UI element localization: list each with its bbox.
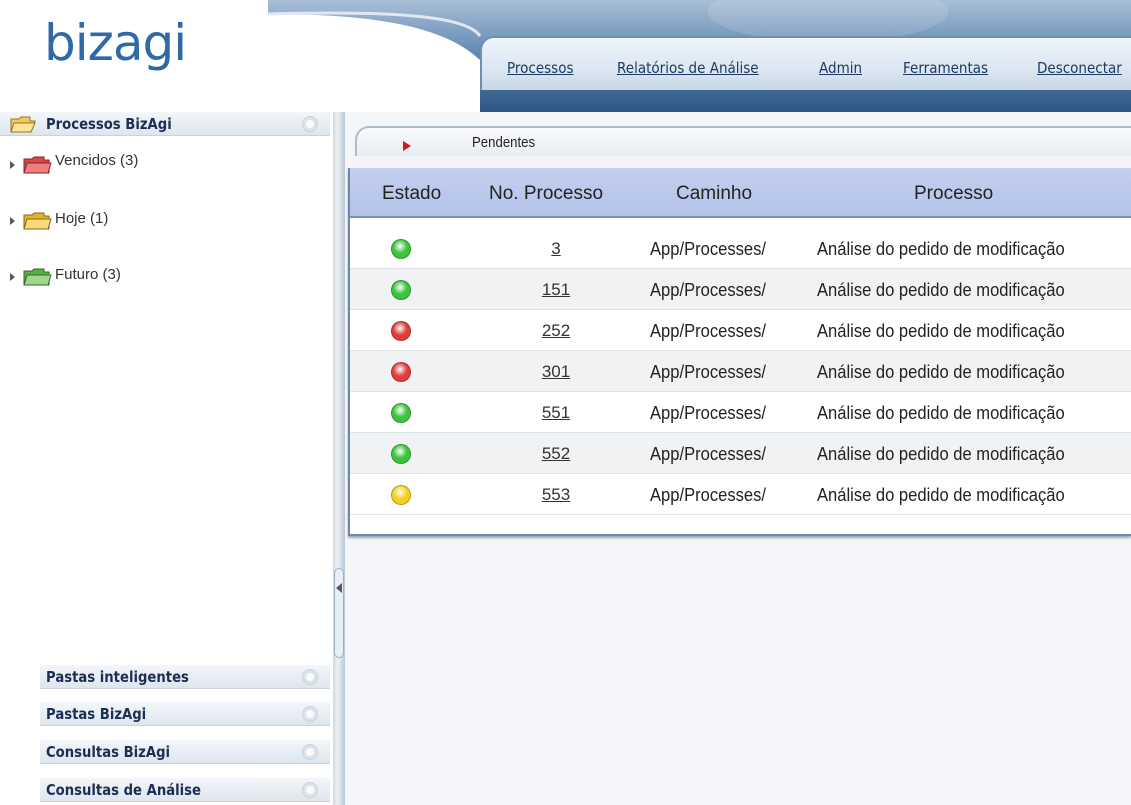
panel-pastas-bizagi[interactable]: Pastas BizAgi <box>40 702 330 726</box>
yellow-folder-icon <box>23 212 52 230</box>
tree-item-vencidos[interactable]: Vencidos (3) <box>10 152 210 176</box>
panel-pastas-inteligentes[interactable]: Pastas inteligentes <box>40 665 330 689</box>
nav-relatorios-de-analise[interactable]: Relatórios de Análise <box>617 59 759 77</box>
process-name: Análise do pedido de modificação <box>817 485 1065 505</box>
process-name: Análise do pedido de modificação <box>817 321 1065 341</box>
top-navigation: Processos Relatórios de Análise Admin Fe… <box>480 36 1131 90</box>
sidebar-splitter[interactable] <box>333 112 345 805</box>
process-number-link[interactable]: 553 <box>536 485 576 505</box>
table-row[interactable]: 151 App/Processes/Análise do pedido de mo… <box>350 269 1131 310</box>
tree-item-hoje[interactable]: Hoje (1) <box>10 208 210 232</box>
process-name: Análise do pedido de modificação <box>817 444 1065 464</box>
process-name: Análise do pedido de modificação <box>817 239 1065 259</box>
process-number-link[interactable]: 3 <box>536 239 576 259</box>
process-number-link[interactable]: 252 <box>536 321 576 341</box>
status-red-icon <box>391 321 411 341</box>
process-path: App/Processes/ <box>650 239 766 259</box>
main-content: Pendentes Estado No. Processo Caminho Pr… <box>345 112 1131 805</box>
panel-consultas-bizagi[interactable]: Consultas BizAgi <box>40 740 330 764</box>
table-header: Estado No. Processo Caminho Processo <box>350 168 1131 218</box>
bizagi-logo: bizagi <box>44 14 187 72</box>
green-folder-icon <box>23 268 52 286</box>
column-header-estado[interactable]: Estado <box>382 183 441 205</box>
panel-label: Consultas BizAgi <box>46 743 171 761</box>
process-number-link[interactable]: 301 <box>536 362 576 382</box>
process-path: App/Processes/ <box>650 362 766 382</box>
nav-admin[interactable]: Admin <box>819 59 862 77</box>
tree-item-label: Hoje (1) <box>55 210 109 227</box>
table-row[interactable]: 551 App/Processes/Análise do pedido de mo… <box>350 392 1131 433</box>
status-red-icon <box>391 362 411 382</box>
sidebar-panel-processos-bizagi[interactable]: Processos BizAgi <box>0 112 330 136</box>
table-row[interactable]: 301 App/Processes/Análise do pedido de mo… <box>350 351 1131 392</box>
process-path: App/Processes/ <box>650 403 766 423</box>
nav-desconectar[interactable]: Desconectar <box>1037 59 1122 77</box>
process-path: App/Processes/ <box>650 280 766 300</box>
breadcrumb-label: Pendentes <box>472 134 536 151</box>
status-yellow-icon <box>391 485 411 505</box>
expand-arrow-icon[interactable] <box>10 217 15 225</box>
status-green-icon <box>391 403 411 423</box>
table-row[interactable]: 252 App/Processes/Análise do pedido de mo… <box>350 310 1131 351</box>
column-header-no-processo[interactable]: No. Processo <box>489 183 603 205</box>
process-name: Análise do pedido de modificação <box>817 403 1065 423</box>
process-number-link[interactable]: 151 <box>536 280 576 300</box>
process-path: App/Processes/ <box>650 321 766 341</box>
open-folder-icon <box>10 116 36 133</box>
process-name: Análise do pedido de modificação <box>817 280 1065 300</box>
panel-consultas-de-analise[interactable]: Consultas de Análise <box>40 778 330 802</box>
process-number-link[interactable]: 552 <box>536 444 576 464</box>
table-row[interactable]: 553 App/Processes/Análise do pedido de mo… <box>350 474 1131 515</box>
process-path: App/Processes/ <box>650 485 766 505</box>
status-green-icon <box>391 444 411 464</box>
cases-table: Estado No. Processo Caminho Processo 3 Ap… <box>348 168 1131 536</box>
red-folder-icon <box>23 156 52 174</box>
table-row[interactable]: 552 App/Processes/Análise do pedido de mo… <box>350 433 1131 474</box>
panel-label: Consultas de Análise <box>46 781 201 799</box>
nav-ferramentas[interactable]: Ferramentas <box>903 59 988 77</box>
refresh-icon[interactable] <box>302 116 318 132</box>
column-header-processo[interactable]: Processo <box>914 183 993 205</box>
tree-item-label: Futuro (3) <box>55 266 121 283</box>
refresh-icon[interactable] <box>302 744 318 760</box>
column-header-caminho[interactable]: Caminho <box>676 183 752 205</box>
status-green-icon <box>391 280 411 300</box>
process-number-link[interactable]: 551 <box>536 403 576 423</box>
breadcrumb: Pendentes <box>345 120 1131 162</box>
panel-label: Pastas BizAgi <box>46 705 147 723</box>
refresh-icon[interactable] <box>302 706 318 722</box>
play-arrow-icon <box>403 141 411 151</box>
expand-arrow-icon[interactable] <box>10 273 15 281</box>
expand-arrow-icon[interactable] <box>10 161 15 169</box>
panel-title: Processos BizAgi <box>46 115 172 133</box>
app-header: bizagi Processos Relatórios de Análise A… <box>0 0 1131 112</box>
panel-label: Pastas inteligentes <box>46 668 189 686</box>
refresh-icon[interactable] <box>302 782 318 798</box>
refresh-icon[interactable] <box>302 669 318 685</box>
tree-item-label: Vencidos (3) <box>55 152 139 169</box>
process-name: Análise do pedido de modificação <box>817 362 1065 382</box>
process-path: App/Processes/ <box>650 444 766 464</box>
collapse-arrow-icon <box>336 583 342 593</box>
status-green-icon <box>391 239 411 259</box>
collapse-sidebar-button[interactable] <box>334 568 344 658</box>
tree-item-futuro[interactable]: Futuro (3) <box>10 264 210 288</box>
table-row[interactable]: 3 App/Processes/Análise do pedido de modi… <box>350 228 1131 269</box>
nav-processos[interactable]: Processos <box>507 59 574 77</box>
sidebar: Processos BizAgi Vencidos (3) Hoje (1) F… <box>0 112 345 805</box>
